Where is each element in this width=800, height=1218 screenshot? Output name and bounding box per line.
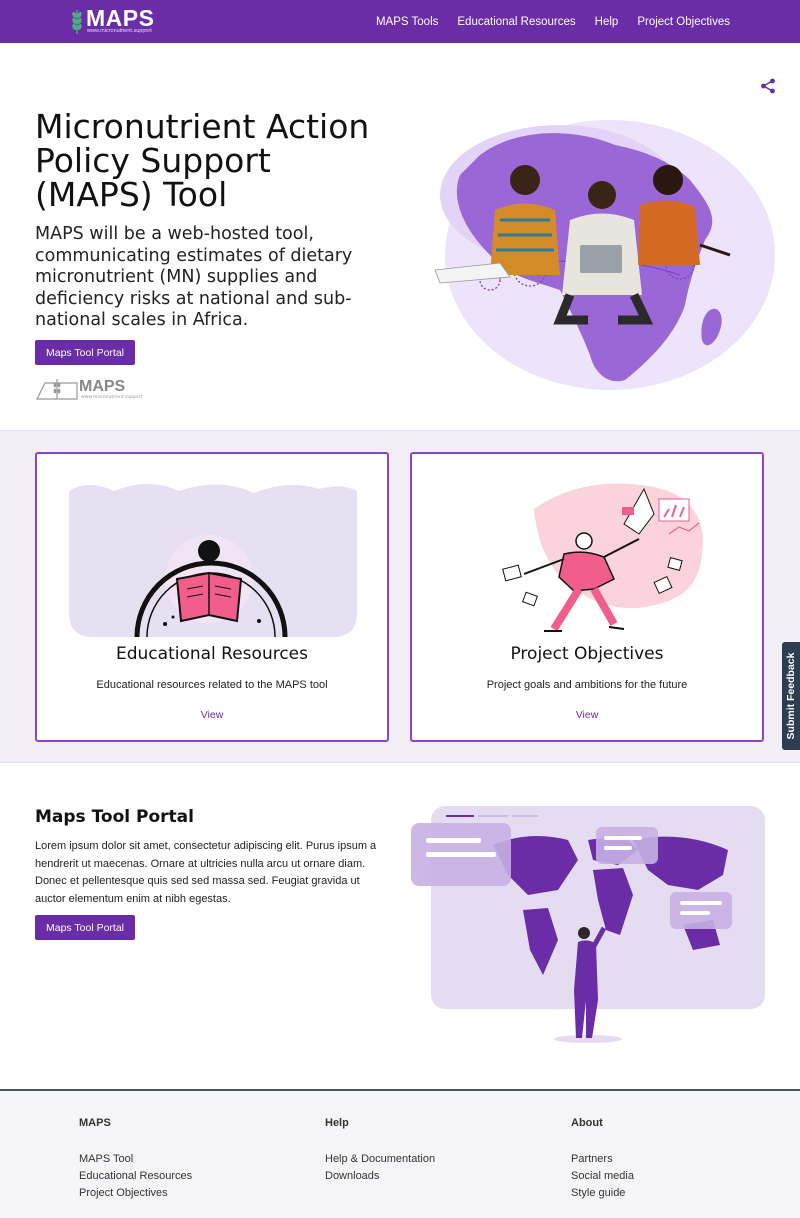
card-title: Educational Resources — [116, 644, 308, 664]
portal-button[interactable]: Maps Tool Portal — [35, 915, 135, 940]
footer-column-maps: MAPS MAPS Tool Educational Resources Pro… — [79, 1117, 192, 1202]
footer-link-project-objectives[interactable]: Project Objectives — [79, 1185, 192, 1202]
footer-link-help-documentation[interactable]: Help & Documentation — [325, 1151, 435, 1168]
footer-link-downloads[interactable]: Downloads — [325, 1168, 435, 1185]
footer-heading: About — [571, 1117, 603, 1129]
secondary-logo-wordmark: MAPS — [79, 378, 126, 395]
wheat-logo-icon — [72, 10, 82, 34]
secondary-maps-logo: MAPS www.micronutrient.support — [35, 377, 142, 401]
card-view-link[interactable]: View — [37, 709, 387, 721]
portal-section-title: Maps Tool Portal — [35, 807, 194, 827]
card-description: Educational resources related to the MAP… — [96, 679, 328, 691]
footer-heading: MAPS — [79, 1117, 111, 1129]
secondary-logo-url: www.micronutrient.support — [81, 395, 143, 400]
footer-column-help: Help Help & Documentation Downloads — [325, 1117, 435, 1185]
card-description: Project goals and ambitions for the futu… — [486, 679, 688, 691]
nav-link-help[interactable]: Help — [595, 16, 619, 28]
hero-subtitle: MAPS will be a web-hosted tool, communic… — [35, 224, 353, 330]
nav-link-maps-tools[interactable]: MAPS Tools — [376, 16, 438, 28]
card-view-link[interactable]: View — [412, 709, 762, 721]
footer-heading: Help — [325, 1117, 349, 1129]
footer-link-social-media[interactable]: Social media — [571, 1168, 634, 1185]
site-footer: MAPS MAPS Tool Educational Resources Pro… — [0, 1089, 800, 1218]
hero-illustration — [410, 105, 780, 395]
card-title: Project Objectives — [510, 644, 664, 664]
maps-logo[interactable]: MAPS www.micronutrient.support — [70, 5, 162, 38]
portal-illustration — [408, 800, 768, 1048]
nav-link-educational-resources[interactable]: Educational Resources — [457, 16, 575, 28]
portal-description: Lorem ipsum dolor sit amet, consectetur … — [35, 840, 377, 905]
footer-link-partners[interactable]: Partners — [571, 1151, 634, 1168]
hero-portal-button[interactable]: Maps Tool Portal — [35, 340, 135, 365]
educational-illustration — [69, 479, 357, 714]
nav-link-project-objectives[interactable]: Project Objectives — [637, 16, 730, 28]
top-navbar: MAPS www.micronutrient.support MAPS Tool… — [0, 0, 800, 43]
maps-outline-logo-icon — [36, 379, 78, 400]
main-nav: MAPS Tools Educational Resources Help Pr… — [376, 0, 730, 43]
footer-link-maps-tool[interactable]: MAPS Tool — [79, 1151, 192, 1168]
feedback-label: Submit Feedback — [785, 652, 797, 740]
logo-url: www.micronutrient.support — [87, 28, 152, 34]
submit-feedback-tab[interactable]: Submit Feedback — [782, 642, 800, 750]
footer-column-about: About Partners Social media Style guide — [571, 1117, 634, 1202]
objectives-illustration — [444, 479, 732, 637]
share-icon[interactable] — [760, 78, 776, 94]
card-project-objectives[interactable]: Project Objectives Project goals and amb… — [410, 452, 764, 742]
card-educational-resources[interactable]: Educational Resources Educational resour… — [35, 452, 389, 742]
hero-title: Micronutrient Action Policy Support (MAP… — [35, 107, 370, 214]
footer-link-style-guide[interactable]: Style guide — [571, 1185, 634, 1202]
footer-link-educational-resources[interactable]: Educational Resources — [79, 1168, 192, 1185]
